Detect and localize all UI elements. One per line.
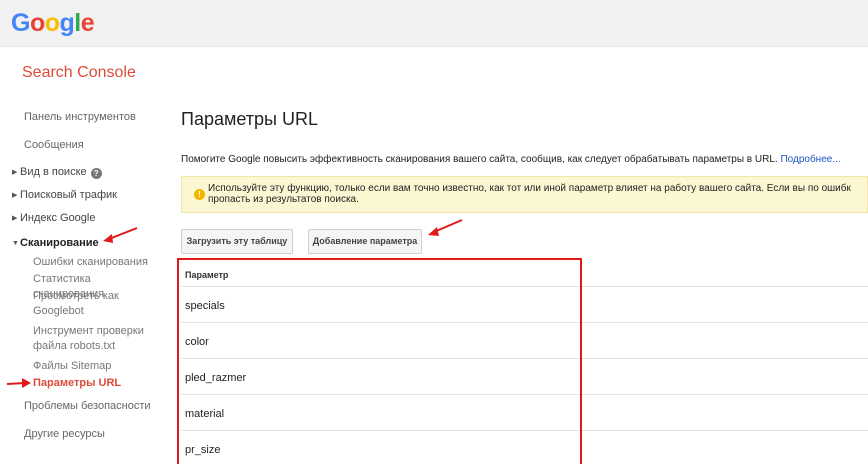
google-logo[interactable]: Google <box>11 9 95 38</box>
sidebar-item-other-resources[interactable]: Другие ресурсы <box>24 428 105 440</box>
download-table-button[interactable]: Загрузить эту таблицу <box>181 229 293 254</box>
table-row[interactable]: pr_size <box>181 431 868 464</box>
table-row[interactable]: specials <box>181 287 868 323</box>
warning-banner: ! Используйте эту функцию, только если в… <box>181 176 868 213</box>
page-description: Помогите Google повысить эффективность с… <box>181 154 841 165</box>
sidebar-item-search-appearance[interactable]: ▶ Вид в поиске? <box>12 166 102 179</box>
caret-right-icon: ▶ <box>12 215 18 222</box>
product-title[interactable]: Search Console <box>22 64 136 82</box>
caret-right-icon: ▶ <box>12 192 18 199</box>
sidebar-subitem-fetch-as-googlebot[interactable]: Просмотреть как Googlebot <box>33 289 163 319</box>
caret-right-icon: ▶ <box>12 169 18 176</box>
sidebar-subitem-sitemaps[interactable]: Файлы Sitemap <box>33 359 163 374</box>
help-icon[interactable]: ? <box>90 168 102 179</box>
top-bar: Google <box>0 0 868 47</box>
annotation-arrow <box>103 227 138 243</box>
page-title: Параметры URL <box>181 109 318 129</box>
annotation-arrow <box>6 378 31 388</box>
add-parameter-button[interactable]: Добавление параметра <box>308 229 422 254</box>
sidebar-item-security[interactable]: Проблемы безопасности <box>24 400 151 412</box>
table-header-parameter[interactable]: Параметр <box>181 262 868 287</box>
table-row[interactable]: color <box>181 323 868 359</box>
caret-down-icon: ▼ <box>12 240 19 247</box>
learn-more-link[interactable]: Подробнее... <box>780 154 840 165</box>
sidebar-subitem-url-parameters[interactable]: Параметры URL <box>33 376 163 391</box>
table-row[interactable]: material <box>181 395 868 431</box>
warning-icon: ! <box>194 189 205 200</box>
sidebar-subitem-robots-tester[interactable]: Инструмент проверки файла robots.txt <box>33 324 163 354</box>
sidebar-item-dashboard[interactable]: Панель инструментов <box>24 111 136 123</box>
table-row[interactable]: pled_razmer <box>181 359 868 395</box>
warning-text: Используйте эту функцию, только если вам… <box>208 183 851 205</box>
sidebar-item-google-index[interactable]: ▶ Индекс Google <box>12 212 95 224</box>
annotation-arrow <box>428 219 463 236</box>
sidebar-subitem-crawl-errors[interactable]: Ошибки сканирования <box>33 255 163 270</box>
sidebar-item-search-traffic[interactable]: ▶ Поисковый трафик <box>12 189 117 201</box>
sidebar-item-messages[interactable]: Сообщения <box>24 139 84 151</box>
sidebar-item-crawl[interactable]: ▼Сканирование <box>12 237 99 249</box>
